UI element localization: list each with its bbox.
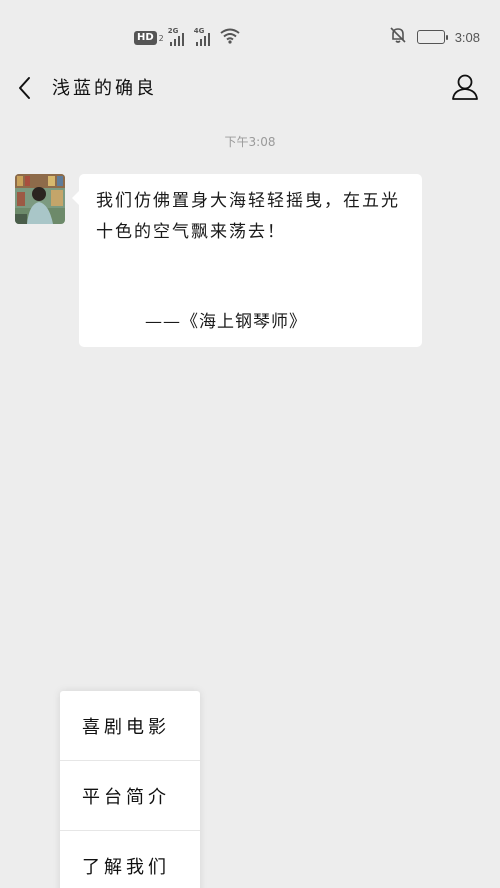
menu-item-about-us[interactable]: 了解我们 bbox=[60, 831, 200, 888]
wifi-icon bbox=[220, 28, 240, 48]
profile-button[interactable] bbox=[450, 72, 480, 102]
status-left: HD 2 2G 4G bbox=[134, 27, 240, 48]
signal-2g-icon: 2G bbox=[167, 27, 184, 46]
user-icon bbox=[452, 74, 478, 100]
back-button[interactable] bbox=[12, 74, 40, 102]
message-attribution: ——《海上钢琴师》 bbox=[145, 312, 307, 332]
message-bubble[interactable]: 我们仿佛置身大海轻轻摇曳，在五光十色的空气飘来荡去！ ——《海上钢琴师》 bbox=[72, 174, 422, 347]
chevron-left-icon bbox=[19, 77, 30, 99]
signal-4g-icon: 4G bbox=[193, 27, 210, 46]
status-right: 3:08 bbox=[389, 26, 480, 48]
bell-off-icon bbox=[389, 26, 407, 48]
menu-item-label: 喜剧电影 bbox=[82, 717, 170, 738]
battery-icon bbox=[416, 30, 448, 44]
navigation-bar: 浅蓝的确良 bbox=[0, 62, 500, 112]
message-timestamp: 下午3:08 bbox=[224, 135, 276, 149]
signal-4g-label: 4G bbox=[193, 27, 205, 35]
chat-screen: HD 2 2G 4G 3:08 浅蓝的确良 下午3:08 我们仿佛置身大海轻轻摇… bbox=[0, 0, 500, 888]
chat-title: 浅蓝的确良 bbox=[52, 78, 157, 99]
menu-item-label: 了解我们 bbox=[82, 857, 170, 878]
signal-2g-label: 2G bbox=[167, 27, 179, 35]
popup-menu: 喜剧电影 平台简介 了解我们 bbox=[60, 691, 200, 888]
menu-item-platform-intro[interactable]: 平台简介 bbox=[60, 761, 200, 831]
status-time: 3:08 bbox=[454, 29, 480, 45]
status-bar: HD 2 2G 4G 3:08 bbox=[0, 0, 500, 58]
menu-item-label: 平台简介 bbox=[82, 787, 170, 808]
menu-item-comedy-movies[interactable]: 喜剧电影 bbox=[60, 691, 200, 761]
hd-badge: HD bbox=[134, 31, 157, 45]
hd-sub-label: 2 bbox=[158, 33, 164, 43]
message-text: 我们仿佛置身大海轻轻摇曳，在五光十色的空气飘来荡去！ bbox=[96, 191, 400, 242]
avatar[interactable] bbox=[15, 174, 65, 224]
